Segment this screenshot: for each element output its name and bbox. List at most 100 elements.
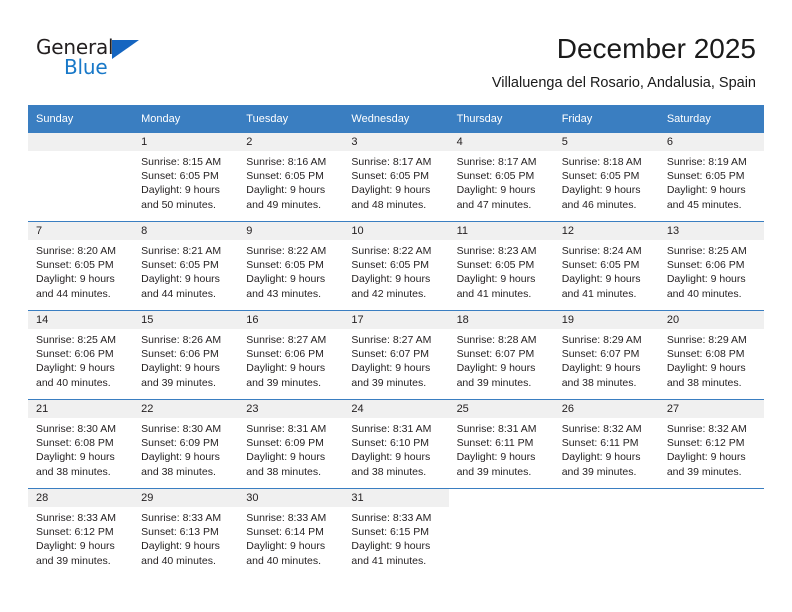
day-cell-inner: 20 Sunrise: 8:29 AM Sunset: 6:08 PM Dayligh… xyxy=(658,311,764,399)
day-detail-line: Daylight: 9 hours xyxy=(141,362,220,375)
day-cell-inner: 5 Sunrise: 8:18 AM Sunset: 6:05 PM Daylight… xyxy=(553,133,659,221)
calendar-day-cell[interactable]: 4 Sunrise: 8:17 AM Sunset: 6:05 PM Daylight… xyxy=(448,133,554,222)
day-detail-line: and 39 minutes. xyxy=(36,554,111,567)
day-details: Sunrise: 8:22 AM Sunset: 6:05 PM Daylight:… xyxy=(343,240,448,301)
calendar-empty-cell xyxy=(448,488,554,577)
calendar-day-cell[interactable]: 14 Sunrise: 8:25 AM Sunset: 6:06 PM Dayligh… xyxy=(28,310,134,400)
day-number: 11 xyxy=(448,222,554,240)
day-detail-line: Sunrise: 8:22 AM xyxy=(351,245,432,257)
day-detail-line: Sunset: 6:05 PM xyxy=(666,170,745,183)
day-detail-line: and 39 minutes. xyxy=(666,465,742,478)
day-cell-inner: 15 Sunrise: 8:26 AM Sunset: 6:06 PM Dayligh… xyxy=(133,311,239,399)
day-detail-line: Daylight: 9 hours xyxy=(351,540,431,553)
day-detail-line: Sunrise: 8:30 AM xyxy=(36,423,116,435)
calendar-day-cell[interactable]: 16 Sunrise: 8:27 AM Sunset: 6:06 PM Dayligh… xyxy=(238,310,344,400)
calendar-day-cell[interactable]: 21 Sunrise: 8:30 AM Sunset: 6:08 PM Dayligh… xyxy=(28,399,134,489)
calendar-day-cell[interactable]: 20 Sunrise: 8:29 AM Sunset: 6:08 PM Dayligh… xyxy=(658,310,764,400)
day-details: Sunrise: 8:33 AM Sunset: 6:12 PM Daylight:… xyxy=(28,507,133,568)
calendar-day-cell[interactable]: 10 Sunrise: 8:22 AM Sunset: 6:05 PM Dayligh… xyxy=(343,221,449,311)
day-detail-line: and 47 minutes. xyxy=(456,198,532,211)
day-detail-line: Sunrise: 8:33 AM xyxy=(36,512,116,524)
calendar-day-cell[interactable]: 15 Sunrise: 8:26 AM Sunset: 6:06 PM Dayligh… xyxy=(133,310,239,400)
calendar-day-cell[interactable]: 18 Sunrise: 8:28 AM Sunset: 6:07 PM Dayligh… xyxy=(448,310,554,400)
calendar-day-cell[interactable]: 19 Sunrise: 8:29 AM Sunset: 6:07 PM Dayligh… xyxy=(553,310,659,400)
calendar-day-cell[interactable]: 7 Sunrise: 8:20 AM Sunset: 6:05 PM Daylight… xyxy=(28,221,134,311)
day-detail-line: and 41 minutes. xyxy=(456,287,532,300)
day-detail-line: Daylight: 9 hours xyxy=(141,184,220,197)
calendar-day-cell[interactable]: 30 Sunrise: 8:33 AM Sunset: 6:14 PM Dayligh… xyxy=(238,488,344,577)
day-details: Sunrise: 8:24 AM Sunset: 6:05 PM Daylight:… xyxy=(554,240,659,301)
calendar-day-cell[interactable]: 6 Sunrise: 8:19 AM Sunset: 6:05 PM Daylight… xyxy=(658,133,764,222)
day-cell-inner: 9 Sunrise: 8:22 AM Sunset: 6:05 PM Daylight… xyxy=(238,222,344,310)
day-number: 8 xyxy=(133,222,239,240)
day-detail-line: Sunrise: 8:27 AM xyxy=(351,334,432,346)
day-detail-line: Sunrise: 8:33 AM xyxy=(246,512,327,524)
day-detail-line: and 39 minutes. xyxy=(141,376,216,389)
day-number: 1 xyxy=(133,133,239,151)
calendar-day-cell[interactable]: 3 Sunrise: 8:17 AM Sunset: 6:05 PM Daylight… xyxy=(343,133,449,222)
day-detail-line: Sunset: 6:05 PM xyxy=(456,259,535,272)
day-detail-line: and 39 minutes. xyxy=(561,465,637,478)
calendar-day-cell[interactable]: 1 Sunrise: 8:15 AM Sunset: 6:05 PM Daylight… xyxy=(133,133,239,222)
day-details: Sunrise: 8:33 AM Sunset: 6:15 PM Daylight:… xyxy=(343,507,448,568)
day-detail-line: Sunrise: 8:29 AM xyxy=(561,334,642,346)
weekday-header-friday: Friday xyxy=(553,105,659,133)
day-detail-line: Daylight: 9 hours xyxy=(246,540,326,553)
calendar-day-cell[interactable]: 28 Sunrise: 8:33 AM Sunset: 6:12 PM Dayligh… xyxy=(28,488,134,577)
calendar-body: 1 Sunrise: 8:15 AM Sunset: 6:05 PM Daylight… xyxy=(28,133,764,577)
calendar-day-cell[interactable]: 22 Sunrise: 8:30 AM Sunset: 6:09 PM Dayligh… xyxy=(133,399,239,489)
day-cell-inner: 29 Sunrise: 8:33 AM Sunset: 6:13 PM Dayligh… xyxy=(133,489,239,577)
day-detail-line: Sunset: 6:05 PM xyxy=(456,170,535,183)
calendar-day-cell[interactable]: 8 Sunrise: 8:21 AM Sunset: 6:05 PM Daylight… xyxy=(133,221,239,311)
day-details: Sunrise: 8:30 AM Sunset: 6:08 PM Daylight:… xyxy=(28,418,133,479)
day-detail-line: Daylight: 9 hours xyxy=(351,273,431,286)
calendar-day-cell[interactable]: 23 Sunrise: 8:31 AM Sunset: 6:09 PM Dayligh… xyxy=(238,399,344,489)
day-number xyxy=(658,489,764,507)
calendar-day-cell[interactable]: 26 Sunrise: 8:32 AM Sunset: 6:11 PM Dayligh… xyxy=(553,399,659,489)
day-detail-line: and 45 minutes. xyxy=(666,198,742,211)
day-cell-inner: 21 Sunrise: 8:30 AM Sunset: 6:08 PM Dayligh… xyxy=(28,400,134,488)
calendar-day-cell[interactable]: 5 Sunrise: 8:18 AM Sunset: 6:05 PM Daylight… xyxy=(553,133,659,222)
calendar-day-cell[interactable]: 27 Sunrise: 8:32 AM Sunset: 6:12 PM Dayligh… xyxy=(658,399,764,489)
day-detail-line: and 39 minutes. xyxy=(456,465,532,478)
day-number: 4 xyxy=(448,133,554,151)
day-detail-line: Sunrise: 8:31 AM xyxy=(456,423,537,435)
calendar-week-row: 7 Sunrise: 8:20 AM Sunset: 6:05 PM Daylight… xyxy=(28,221,764,311)
day-detail-line: Sunrise: 8:29 AM xyxy=(666,334,747,346)
calendar-day-cell[interactable]: 2 Sunrise: 8:16 AM Sunset: 6:05 PM Daylight… xyxy=(238,133,344,222)
calendar-day-cell[interactable]: 24 Sunrise: 8:31 AM Sunset: 6:10 PM Dayligh… xyxy=(343,399,449,489)
weekday-header-monday: Monday xyxy=(133,105,239,133)
calendar-day-cell[interactable]: 12 Sunrise: 8:24 AM Sunset: 6:05 PM Dayligh… xyxy=(553,221,659,311)
day-cell-inner: 12 Sunrise: 8:24 AM Sunset: 6:05 PM Dayligh… xyxy=(553,222,659,310)
day-detail-line: and 48 minutes. xyxy=(351,198,427,211)
day-details: Sunrise: 8:31 AM Sunset: 6:11 PM Daylight:… xyxy=(449,418,554,479)
calendar-day-cell[interactable]: 11 Sunrise: 8:23 AM Sunset: 6:05 PM Dayligh… xyxy=(448,221,554,311)
day-detail-line: Sunrise: 8:33 AM xyxy=(141,512,222,524)
calendar-day-cell[interactable]: 31 Sunrise: 8:33 AM Sunset: 6:15 PM Dayligh… xyxy=(343,488,449,577)
day-detail-line: and 41 minutes. xyxy=(351,554,427,567)
calendar-day-cell[interactable]: 13 Sunrise: 8:25 AM Sunset: 6:06 PM Dayligh… xyxy=(658,221,764,311)
calendar-day-cell[interactable]: 29 Sunrise: 8:33 AM Sunset: 6:13 PM Dayligh… xyxy=(133,488,239,577)
day-cell-inner: 10 Sunrise: 8:22 AM Sunset: 6:05 PM Dayligh… xyxy=(343,222,449,310)
calendar-day-cell[interactable]: 9 Sunrise: 8:22 AM Sunset: 6:05 PM Daylight… xyxy=(238,221,344,311)
weekday-header-tuesday: Tuesday xyxy=(238,105,344,133)
day-detail-line: and 39 minutes. xyxy=(456,376,532,389)
day-cell-inner: 1 Sunrise: 8:15 AM Sunset: 6:05 PM Daylight… xyxy=(133,133,239,221)
day-number: 5 xyxy=(553,133,659,151)
calendar-grid: Sunday Monday Tuesday Wednesday Thursday Frid… xyxy=(28,105,764,577)
day-detail-line: and 39 minutes. xyxy=(351,376,427,389)
day-number xyxy=(553,489,659,507)
day-number: 9 xyxy=(238,222,344,240)
day-cell-inner xyxy=(658,489,764,577)
day-number: 27 xyxy=(658,400,764,418)
day-details: Sunrise: 8:22 AM Sunset: 6:05 PM Daylight:… xyxy=(238,240,343,301)
day-number: 29 xyxy=(133,489,239,507)
day-number: 22 xyxy=(133,400,239,418)
day-detail-line: Sunset: 6:05 PM xyxy=(246,259,324,272)
day-number xyxy=(448,489,554,507)
day-detail-line: Sunset: 6:12 PM xyxy=(666,437,745,450)
calendar-day-cell[interactable]: 25 Sunrise: 8:31 AM Sunset: 6:11 PM Dayligh… xyxy=(448,399,554,489)
calendar-day-cell[interactable]: 17 Sunrise: 8:27 AM Sunset: 6:07 PM Dayligh… xyxy=(343,310,449,400)
day-detail-line: Sunrise: 8:27 AM xyxy=(246,334,327,346)
general-blue-logo[interactable]: General Blue xyxy=(36,36,166,84)
